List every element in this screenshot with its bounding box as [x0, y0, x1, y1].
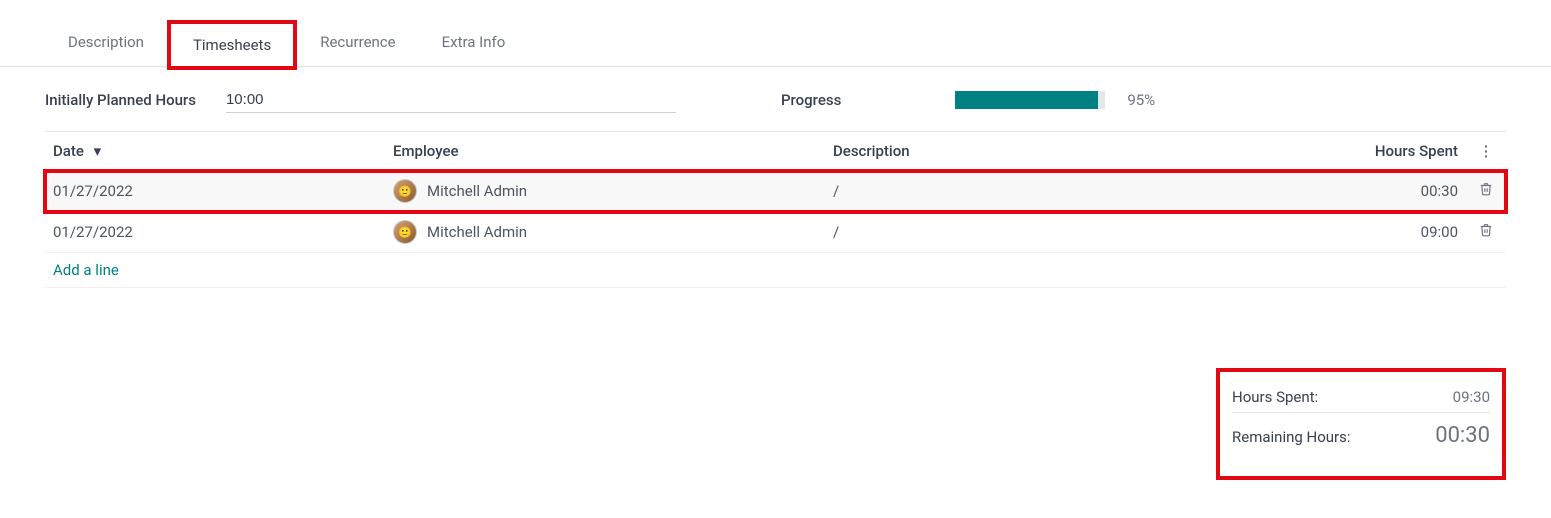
- tab-extra-info[interactable]: Extra Info: [419, 20, 529, 66]
- remaining-hours-value: 00:30: [1435, 423, 1490, 448]
- cell-description[interactable]: /: [825, 171, 1345, 212]
- col-date-label: Date: [53, 142, 84, 160]
- summary-row: Initially Planned Hours Progress 95%: [45, 87, 1506, 131]
- avatar: 🙂: [393, 179, 417, 203]
- add-line-row[interactable]: Add a line: [45, 253, 1506, 288]
- cell-date[interactable]: 01/27/2022: [45, 212, 385, 253]
- tabs-bar: Description Timesheets Recurrence Extra …: [45, 20, 1506, 67]
- cell-employee[interactable]: Mitchell Admin: [427, 182, 527, 200]
- remaining-hours-label: Remaining Hours:: [1232, 428, 1351, 446]
- tab-timesheets[interactable]: Timesheets: [167, 20, 297, 70]
- col-hours[interactable]: Hours Spent: [1345, 132, 1466, 171]
- planned-hours-input[interactable]: [226, 87, 676, 113]
- totals-box: Hours Spent: 09:30 Remaining Hours: 00:3…: [1216, 368, 1506, 480]
- avatar: 🙂: [393, 220, 417, 244]
- progress-label: Progress: [781, 91, 841, 109]
- cell-date[interactable]: 01/27/2022: [45, 171, 385, 212]
- hours-spent-value: 09:30: [1453, 388, 1490, 406]
- trash-icon[interactable]: [1479, 223, 1493, 241]
- add-line-link[interactable]: Add a line: [53, 261, 119, 279]
- progress-bar: [955, 91, 1105, 109]
- tab-recurrence[interactable]: Recurrence: [297, 20, 418, 66]
- timesheet-table: Date ▾ Employee Description Hours Spent …: [45, 131, 1506, 288]
- kebab-icon[interactable]: ⋮: [1479, 142, 1494, 160]
- cell-description[interactable]: /: [825, 212, 1345, 253]
- cell-hours[interactable]: 00:30: [1345, 171, 1466, 212]
- col-employee[interactable]: Employee: [385, 132, 825, 171]
- progress-percent: 95%: [1127, 91, 1155, 109]
- tab-description[interactable]: Description: [45, 20, 167, 66]
- progress-fill: [955, 91, 1098, 109]
- caret-down-icon: ▾: [94, 142, 102, 160]
- col-actions[interactable]: ⋮: [1466, 132, 1506, 171]
- cell-hours[interactable]: 09:00: [1345, 212, 1466, 253]
- col-date[interactable]: Date ▾: [45, 132, 385, 171]
- col-description[interactable]: Description: [825, 132, 1345, 171]
- cell-employee[interactable]: Mitchell Admin: [427, 223, 527, 241]
- planned-hours-label: Initially Planned Hours: [45, 91, 196, 109]
- table-row[interactable]: 01/27/2022 🙂 Mitchell Admin / 09:00: [45, 212, 1506, 253]
- trash-icon[interactable]: [1479, 182, 1493, 200]
- table-row[interactable]: 01/27/2022 🙂 Mitchell Admin / 00:30: [45, 171, 1506, 212]
- hours-spent-label: Hours Spent:: [1232, 388, 1318, 406]
